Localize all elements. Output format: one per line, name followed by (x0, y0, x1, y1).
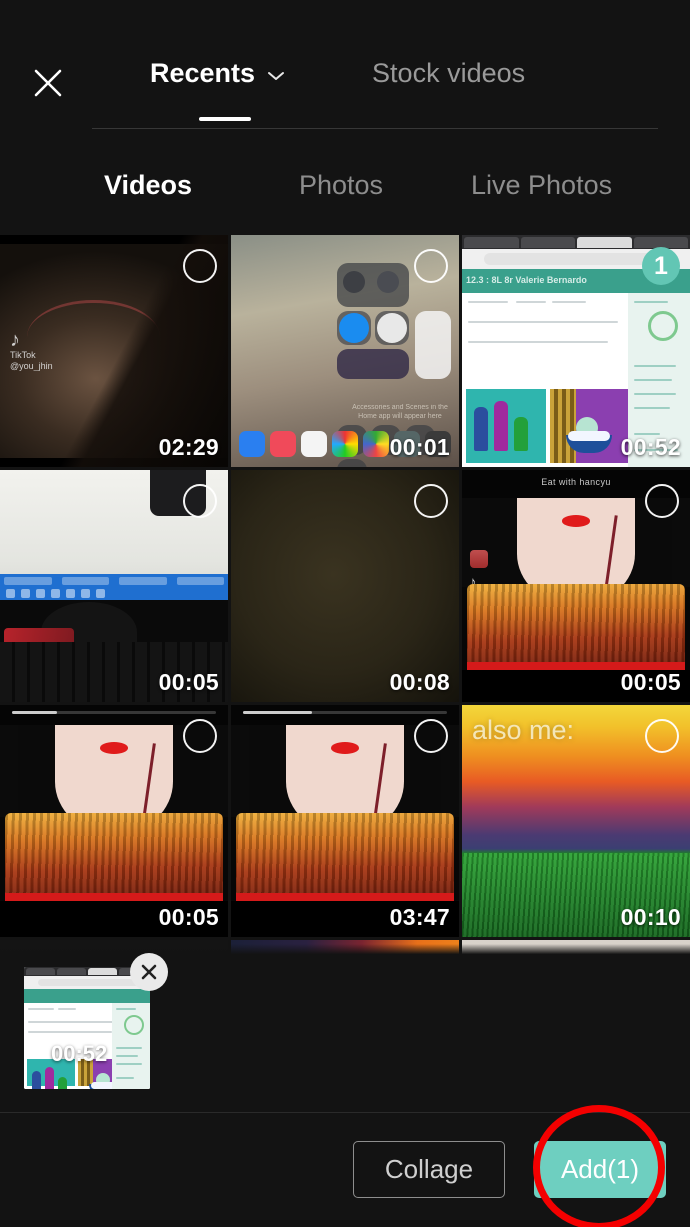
media-tile[interactable] (462, 940, 690, 955)
select-checkbox[interactable] (414, 484, 448, 518)
media-type-tabs: Videos Photos Live Photos (0, 152, 690, 218)
overlay-text: also me: (472, 715, 575, 745)
overlay-handle: @you_jhin (10, 361, 53, 372)
control-center-art (337, 263, 455, 413)
media-tile-selected[interactable]: 12.3 : 8L 8r Valerie Bernardo 1 00:52 (462, 235, 690, 467)
bottom-action-bar: Collage Add(1) (0, 1113, 690, 1227)
duration-label: 00:01 (389, 434, 450, 460)
add-button[interactable]: Add(1) (534, 1141, 666, 1198)
tiktok-icon: ♪ (10, 329, 20, 351)
select-checkbox[interactable] (645, 719, 679, 753)
media-tile[interactable]: 00:05 (0, 705, 228, 937)
selected-clip-thumbnail (24, 967, 150, 1089)
media-tile[interactable] (0, 940, 228, 955)
media-tile[interactable]: Accessories and Scenes in the Home app w… (231, 235, 459, 467)
collage-button[interactable]: Collage (353, 1141, 505, 1198)
source-tab-stock-videos-label: Stock videos (372, 58, 526, 88)
source-tab-stock-videos[interactable]: Stock videos (372, 58, 525, 89)
media-tile[interactable]: Eat with hancyu ♪ 00:05 (462, 470, 690, 702)
close-icon (141, 964, 157, 980)
media-tile[interactable]: 03:47 (231, 705, 459, 937)
media-picker-screen: Recents Stock videos Videos Photos Live … (0, 0, 690, 1227)
tab-live-photos[interactable]: Live Photos (471, 170, 612, 201)
source-tab-recents-label: Recents (150, 58, 256, 88)
duration-label: 00:05 (158, 904, 219, 930)
remove-clip-button[interactable] (130, 953, 168, 991)
source-tabs: Recents Stock videos (0, 58, 690, 89)
source-tab-recents[interactable]: Recents (150, 58, 286, 89)
select-checkbox-selected[interactable]: 1 (642, 247, 680, 285)
chevron-down-icon[interactable] (266, 58, 286, 89)
select-checkbox[interactable] (183, 484, 217, 518)
duration-label: 00:05 (620, 669, 681, 695)
overlay-text: 12.3 : 8L 8r Valerie Bernardo (466, 275, 587, 285)
selection-tray: 00:52 (0, 953, 690, 1113)
media-grid[interactable]: ♪ TikTok @you_jhin 02:29 Accessories and… (0, 235, 690, 955)
overlay-brand: TikTok (10, 350, 36, 360)
duration-label: 02:29 (158, 434, 219, 460)
select-checkbox[interactable] (414, 249, 448, 283)
duration-label: 03:47 (389, 904, 450, 930)
header: Recents Stock videos (0, 0, 690, 132)
media-tile[interactable] (231, 940, 459, 955)
media-thumbnail (231, 940, 459, 955)
header-divider (92, 128, 658, 129)
media-tile[interactable]: 00:05 (0, 470, 228, 702)
overlay-text: Accessories and Scenes in the Home app w… (352, 404, 448, 421)
media-tile[interactable]: ♪ TikTok @you_jhin 02:29 (0, 235, 228, 467)
tab-videos[interactable]: Videos (104, 170, 192, 201)
media-tile[interactable]: 00:08 (231, 470, 459, 702)
tab-photos[interactable]: Photos (299, 170, 383, 201)
media-tile[interactable]: also me: 00:10 (462, 705, 690, 937)
selected-clip[interactable]: 00:52 (24, 953, 168, 1089)
media-thumbnail (462, 940, 690, 955)
select-checkbox[interactable] (183, 719, 217, 753)
select-checkbox[interactable] (414, 719, 448, 753)
source-tab-active-indicator (199, 117, 251, 121)
select-checkbox[interactable] (183, 249, 217, 283)
media-thumbnail (0, 940, 228, 955)
selected-clip-duration: 00:52 (51, 1041, 108, 1066)
duration-label: 00:05 (158, 669, 219, 695)
select-checkbox[interactable] (645, 484, 679, 518)
duration-label: 00:52 (620, 434, 681, 460)
duration-label: 00:10 (620, 904, 681, 930)
duration-label: 00:08 (389, 669, 450, 695)
